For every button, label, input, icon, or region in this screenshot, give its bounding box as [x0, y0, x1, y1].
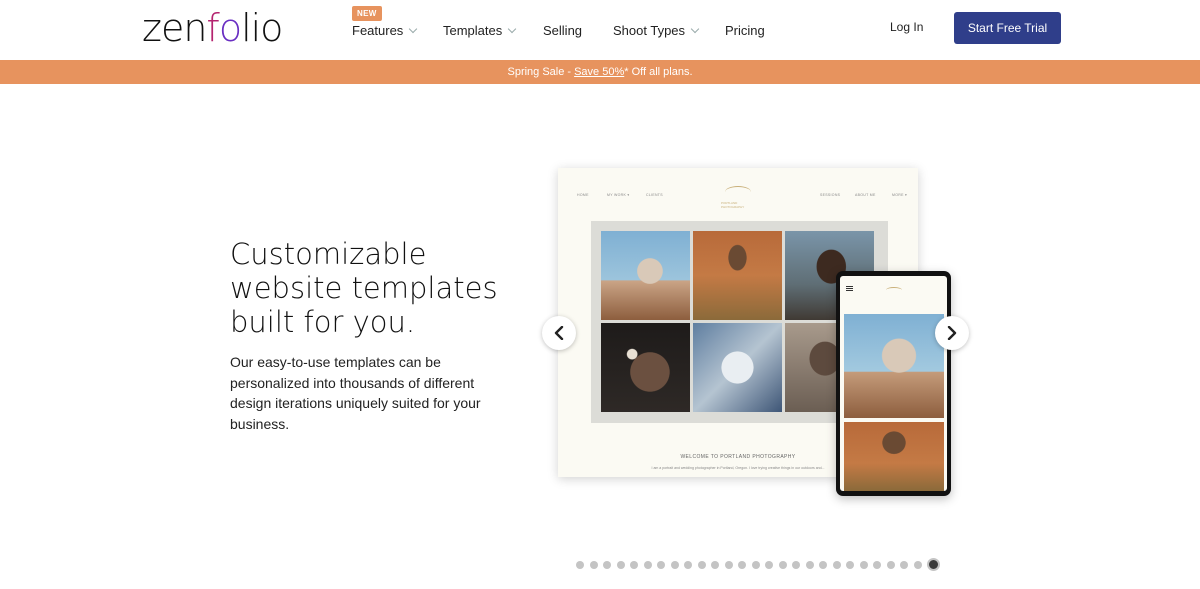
carousel-dot-active[interactable] — [927, 558, 940, 571]
carousel-dot[interactable] — [792, 560, 800, 569]
nav-label: Shoot Types — [613, 23, 686, 38]
carousel-dot[interactable] — [576, 560, 584, 569]
nav-item-templates[interactable]: Templates — [443, 23, 517, 38]
gallery-photo — [601, 323, 690, 412]
carousel-dot[interactable] — [670, 560, 679, 569]
start-free-trial-button[interactable]: Start Free Trial — [954, 12, 1061, 44]
carousel-dot[interactable] — [616, 560, 625, 569]
carousel-dot[interactable] — [873, 560, 881, 569]
promo-banner: Spring Sale - Save 50%* Off all plans. — [0, 60, 1200, 84]
mock-logo-subtitle: PORTLAND PHOTOGRAPHY — [721, 201, 745, 209]
hero-title-line: website templates — [230, 271, 498, 305]
carousel-dot[interactable] — [724, 560, 733, 569]
mock-nav-item: SESSIONS — [820, 193, 841, 197]
login-link[interactable]: Log In — [890, 20, 923, 34]
carousel-dot[interactable] — [805, 560, 814, 569]
gallery-photo — [693, 323, 782, 412]
mock-site-logo: PORTLAND PHOTOGRAPHY — [721, 176, 755, 214]
nav-item-selling[interactable]: Selling — [543, 23, 582, 38]
carousel-prev-button[interactable] — [542, 316, 576, 350]
carousel-next-button[interactable] — [935, 316, 969, 350]
site-header: zenfolio NEW Features Templates Selling … — [0, 0, 1200, 60]
carousel-dot[interactable] — [832, 560, 841, 569]
phone-screen — [840, 276, 947, 491]
nav-label: Templates — [443, 23, 503, 38]
carousel-dot[interactable] — [819, 560, 827, 569]
banner-save-link[interactable]: Save 50% — [574, 66, 624, 78]
phone-photo — [844, 314, 944, 418]
mock-nav-item: ABOUT ME — [855, 193, 876, 197]
carousel-pagination — [576, 558, 940, 571]
carousel-dot[interactable] — [900, 560, 908, 569]
hero-description: Our easy-to-use templates can be persona… — [230, 354, 481, 432]
bird-logo-icon — [886, 287, 902, 293]
gallery-photo — [693, 231, 782, 320]
bird-logo-icon — [725, 186, 751, 198]
nav-item-pricing[interactable]: Pricing — [725, 23, 765, 38]
banner-suffix: * Off all plans. — [624, 66, 693, 78]
carousel-dot[interactable] — [913, 560, 922, 569]
chevron-right-icon — [947, 326, 957, 340]
banner-prefix: Spring Sale - — [507, 66, 572, 78]
carousel-dot[interactable] — [778, 560, 787, 569]
hero-title-line: built for you. — [230, 305, 416, 339]
hamburger-menu-icon — [846, 286, 853, 291]
mock-nav-item: MORE ▾ — [892, 193, 908, 197]
gallery-photo — [601, 231, 690, 320]
mock-nav-item: MY WORK ▾ — [607, 193, 630, 197]
carousel-dot[interactable] — [697, 560, 706, 569]
mock-nav-item: CLIENTS — [646, 193, 663, 197]
carousel-dot[interactable] — [859, 560, 868, 569]
carousel-dot[interactable] — [643, 560, 652, 569]
logo-wordmark: zenfolio — [142, 6, 283, 50]
nav-label: Features — [352, 23, 404, 38]
nav-label: Pricing — [725, 23, 765, 38]
carousel-dot[interactable] — [846, 560, 854, 569]
chevron-down-icon — [690, 24, 700, 33]
carousel-dot[interactable] — [886, 560, 895, 569]
hero-title: Customizable website templates built for… — [230, 237, 530, 339]
carousel-dot[interactable] — [711, 560, 719, 569]
chevron-left-icon — [554, 326, 564, 340]
mock-nav-item: HOME — [577, 193, 589, 197]
nav-label: Selling — [543, 23, 583, 38]
carousel-dot[interactable] — [765, 560, 773, 569]
chevron-down-icon — [508, 24, 517, 33]
new-badge: NEW — [352, 6, 382, 21]
chevron-down-icon — [409, 24, 418, 33]
hero-title-line: Customizable — [230, 237, 427, 271]
mobile-template-preview — [836, 271, 951, 496]
carousel-dot[interactable] — [738, 560, 746, 569]
carousel-dot[interactable] — [657, 560, 665, 569]
carousel-dot[interactable] — [684, 560, 692, 569]
phone-photo — [844, 422, 944, 491]
nav-item-features[interactable]: Features — [352, 23, 418, 38]
zenfolio-logo[interactable]: zenfolio — [142, 6, 283, 54]
carousel-dot[interactable] — [589, 560, 598, 569]
carousel-dot[interactable] — [630, 560, 638, 569]
carousel-dot[interactable] — [751, 560, 760, 569]
carousel-dot[interactable] — [603, 560, 611, 569]
nav-item-shoot-types[interactable]: Shoot Types — [613, 23, 700, 38]
